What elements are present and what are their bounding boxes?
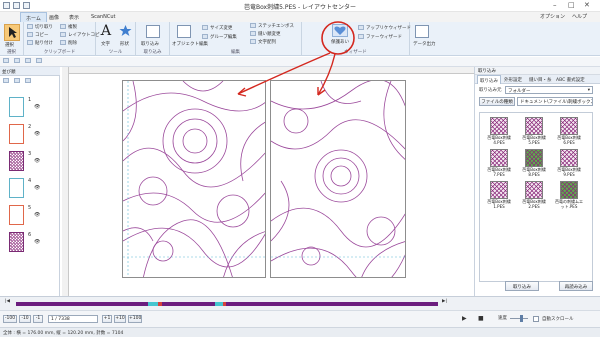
import-from-select[interactable]: フォルダー ▾ — [505, 86, 593, 94]
status-bar: 全体 : 横 = 176.00 mm, 縦 = 120.20 mm, 針数 = … — [0, 327, 600, 337]
tab-format[interactable]: ABC 書式設定 — [554, 75, 587, 84]
timeline-end-icon[interactable]: ▶| — [442, 299, 447, 304]
auto-scroll-label: 自動スクロール — [542, 317, 574, 322]
play-icon[interactable]: ▶ — [462, 315, 467, 322]
file-item[interactable]: 芭竜Box刺繍9.PES — [554, 149, 584, 177]
file-grid: 芭竜Box刺繍4.PES 芭竜Box刺繍5.PES 芭竜Box刺繍6.PES 芭竜Bo… — [484, 117, 590, 209]
file-thumbnail — [490, 117, 508, 135]
step-minus-10[interactable]: -10 — [19, 315, 31, 323]
file-thumbnail — [490, 181, 508, 199]
file-name: 芭竜Box刺繍2.PES — [522, 199, 546, 209]
file-thumbnail — [560, 149, 578, 167]
import-button[interactable]: 取り込み — [505, 281, 539, 291]
file-name: 芭竜Box刺繍7.PES — [487, 167, 511, 177]
file-name: 芭竜Box刺繍1.PES — [487, 199, 511, 209]
auto-scroll-checkbox[interactable] — [533, 316, 539, 322]
file-item[interactable]: 芭竜Box刺繍6.PES — [554, 117, 584, 145]
step-plus-10[interactable]: +10 — [114, 315, 126, 323]
file-name: 芭竜Box刺繍4.PES — [487, 135, 511, 145]
file-item[interactable]: 芭竜Box刺繍1.PES — [484, 181, 514, 209]
file-thumbnail — [490, 149, 508, 167]
file-list: 芭竜Box刺繍4.PES 芭竜Box刺繍5.PES 芭竜Box刺繍6.PES 芭竜Bo… — [479, 112, 593, 282]
file-name: 芭竜Box刺繍6.PES — [557, 135, 581, 145]
step-plus-1[interactable]: +1 — [102, 315, 112, 323]
file-name: 芭竜の刺繍ムエット.PES — [555, 199, 583, 209]
location-field[interactable]: ドキュメント\ファイル\刺繍ボックス — [517, 97, 593, 106]
stitch-track[interactable] — [16, 302, 438, 306]
step-minus-1[interactable]: -1 — [33, 315, 43, 323]
file-name: 芭竜Box刺繍8.PES — [522, 167, 546, 177]
file-thumbnail — [525, 149, 543, 167]
file-thumbnail — [525, 117, 543, 135]
file-type-button[interactable]: ファイルの種類 — [479, 97, 515, 106]
file-item[interactable]: 芭竜Box刺繍4.PES — [484, 117, 514, 145]
file-thumbnail — [560, 117, 578, 135]
stop-icon[interactable]: ■ — [478, 315, 484, 322]
step-minus-100[interactable]: -100 — [3, 315, 17, 323]
file-item[interactable]: 芭竜Box刺繍8.PES — [519, 149, 549, 177]
track-segment-red-2 — [223, 302, 226, 306]
reimport-button[interactable]: 再読み込み — [559, 281, 593, 291]
file-thumbnail — [525, 181, 543, 199]
stitch-counter[interactable]: 1 / 7338 — [48, 315, 98, 323]
tab-import[interactable]: 取り込み — [477, 75, 501, 84]
import-from-label: 取り込み元 — [479, 88, 502, 93]
file-name: 芭竜Box刺繍5.PES — [522, 135, 546, 145]
file-item[interactable]: 芭竜Box刺繍2.PES — [519, 181, 549, 209]
playback-controls: -100 -10 -1 1 / 7338 +1 +10 +100 ▶ ■ 速度 … — [0, 310, 600, 327]
track-segment-red — [158, 302, 162, 306]
file-item[interactable]: 芭竜Box刺繍5.PES — [519, 117, 549, 145]
track-segment-cyan-2 — [215, 302, 223, 306]
speed-label: 速度 — [498, 316, 507, 321]
chevron-down-icon: ▾ — [587, 88, 590, 93]
step-plus-100[interactable]: +100 — [128, 315, 142, 323]
tab-outline[interactable]: 外形設定 — [502, 75, 524, 84]
tab-stitch[interactable]: 縫い目・糸 — [527, 75, 554, 84]
file-thumbnail — [560, 181, 578, 199]
file-item[interactable]: 芭竜Box刺繍7.PES — [484, 149, 514, 177]
import-panel: 取り込み 取り込み 外形設定 縫い目・糸 ABC 書式設定 取り込み元 フォルダ… — [474, 67, 600, 296]
speed-slider-thumb[interactable] — [520, 315, 523, 322]
import-panel-title: 取り込み — [475, 67, 600, 75]
status-text: 全体 : 横 = 176.00 mm, 縦 = 120.20 mm, 針数 = … — [3, 331, 124, 336]
speed-slider[interactable] — [510, 318, 528, 319]
timeline-start-icon[interactable]: |◀ — [5, 299, 10, 304]
file-item[interactable]: 芭竜の刺繍ムエット.PES — [554, 181, 584, 209]
track-segment-cyan — [148, 302, 158, 306]
file-name: 芭竜Box刺繍9.PES — [557, 167, 581, 177]
